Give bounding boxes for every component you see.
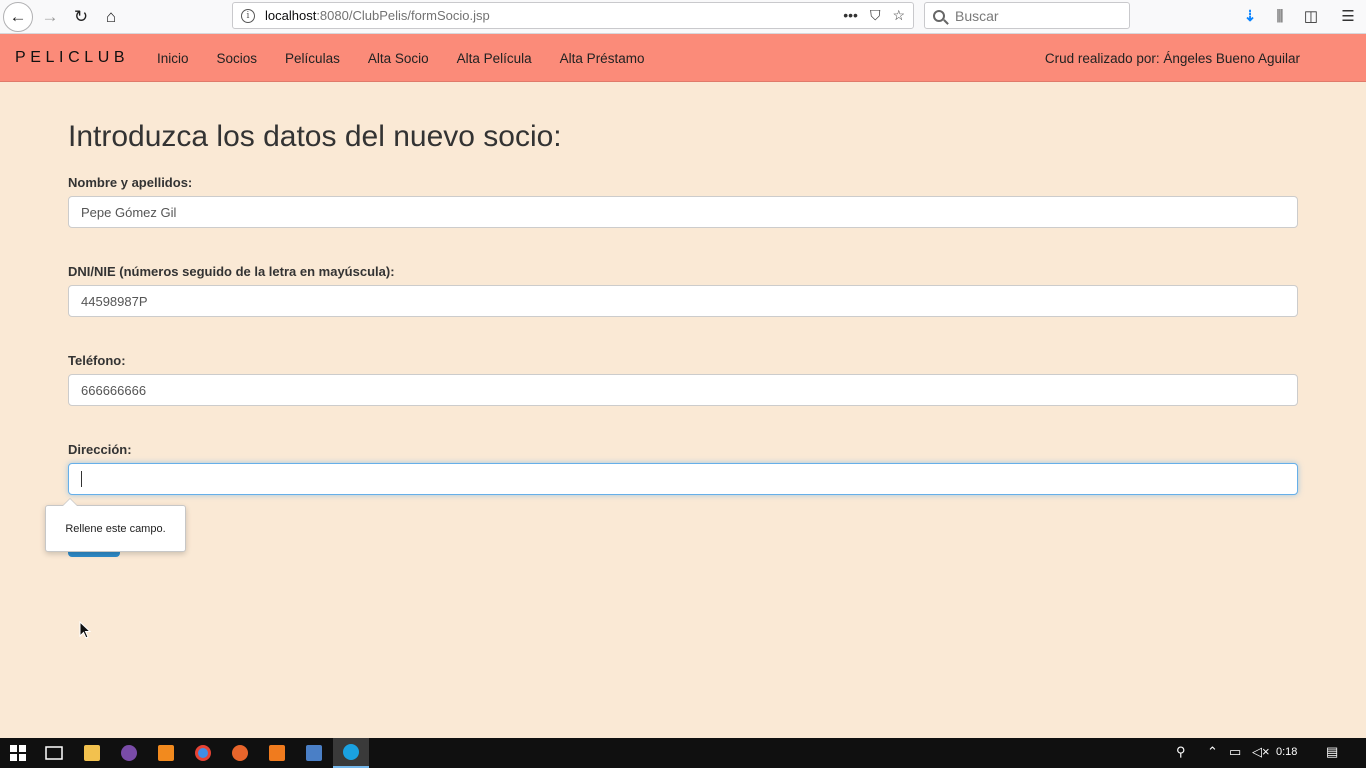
volume-muted-icon[interactable]: ◁× xyxy=(1252,744,1270,760)
library-icon[interactable]: ⫼ xyxy=(1269,5,1291,27)
validation-tooltip: Rellene este campo. xyxy=(45,498,186,552)
dni-label: DNI/NIE (números seguido de la letra en … xyxy=(68,264,395,279)
clock[interactable]: 0:18 xyxy=(1276,746,1297,758)
phone-value: 666666666 xyxy=(81,382,147,398)
name-value: Pepe Gómez Gil xyxy=(81,204,177,220)
nav-alta-pelicula[interactable]: Alta Película xyxy=(457,51,532,66)
page-actions-icon[interactable]: ••• xyxy=(843,7,858,24)
nav-peliculas[interactable]: Películas xyxy=(285,51,340,66)
dni-value: 44598987P xyxy=(81,293,148,309)
reload-icon[interactable]: ↻ xyxy=(66,2,96,32)
url-host: localhost xyxy=(265,8,317,23)
sublime-text-icon[interactable] xyxy=(148,738,184,768)
nav-inicio[interactable]: Inicio xyxy=(157,51,189,66)
start-windows-icon[interactable] xyxy=(0,738,36,768)
home-icon[interactable]: ⌂ xyxy=(96,2,126,32)
name-label: Nombre y apellidos: xyxy=(68,175,193,190)
virtualbox-icon[interactable] xyxy=(296,738,332,768)
url-bar[interactable]: i localhost:8080/ClubPelis/formSocio.jsp… xyxy=(232,2,914,29)
phone-field[interactable]: 666666666 xyxy=(68,374,1298,406)
name-field[interactable]: Pepe Gómez Gil xyxy=(68,196,1298,228)
chevron-up-icon[interactable]: ⌃ xyxy=(1207,744,1218,760)
url-path: :8080/ClubPelis/formSocio.jsp xyxy=(316,8,490,23)
skype-icon[interactable] xyxy=(333,738,369,768)
text-caret xyxy=(81,471,82,487)
page-title: Introduzca los datos del nuevo socio: xyxy=(68,120,562,153)
search-icon xyxy=(933,9,945,22)
validation-message: Rellene este campo. xyxy=(65,522,166,535)
bookmark-star-icon[interactable]: ☆ xyxy=(892,7,905,24)
author-credit: Crud realizado por: Ángeles Bueno Aguila… xyxy=(1044,51,1300,66)
task-view-icon[interactable] xyxy=(36,738,72,768)
download-icon[interactable]: ⇣ xyxy=(1239,5,1261,27)
browser-toolbar: ← → ↻ ⌂ i localhost:8080/ClubPelis/formS… xyxy=(0,0,1366,34)
pocket-icon[interactable]: ⛉ xyxy=(870,7,881,24)
nav-socios[interactable]: Socios xyxy=(217,51,258,66)
info-icon[interactable]: i xyxy=(241,8,255,23)
address-label: Dirección: xyxy=(68,442,132,457)
brand-logo[interactable]: PELICLUB xyxy=(15,49,129,67)
search-placeholder: Buscar xyxy=(955,7,999,24)
chrome-icon[interactable] xyxy=(185,738,221,768)
taskbar: ⚲ ⌃ ▭ ◁× 0:18 ▤ xyxy=(0,738,1366,768)
xampp-icon[interactable] xyxy=(259,738,295,768)
search-input[interactable]: Buscar xyxy=(924,2,1130,29)
people-icon[interactable]: ⚲ xyxy=(1176,744,1186,760)
battery-icon[interactable]: ▭ xyxy=(1229,744,1241,760)
nav-links: Inicio Socios Películas Alta Socio Alta … xyxy=(157,51,672,66)
app-purple-icon[interactable] xyxy=(111,738,147,768)
sidebar-icon[interactable]: ◫ xyxy=(1300,5,1322,27)
firefox-icon[interactable] xyxy=(222,738,258,768)
nav-alta-socio[interactable]: Alta Socio xyxy=(368,51,429,66)
address-field[interactable] xyxy=(68,463,1298,495)
hamburger-menu-icon[interactable]: ☰ xyxy=(1337,5,1359,27)
phone-label: Teléfono: xyxy=(68,353,126,368)
forward-icon[interactable]: → xyxy=(35,2,65,32)
notifications-icon[interactable]: ▤ xyxy=(1326,744,1338,760)
nav-alta-prestamo[interactable]: Alta Préstamo xyxy=(560,51,645,66)
dni-field[interactable]: 44598987P xyxy=(68,285,1298,317)
back-icon[interactable]: ← xyxy=(3,2,33,32)
file-explorer-icon[interactable] xyxy=(74,738,110,768)
site-navbar: PELICLUB Inicio Socios Películas Alta So… xyxy=(0,34,1366,82)
